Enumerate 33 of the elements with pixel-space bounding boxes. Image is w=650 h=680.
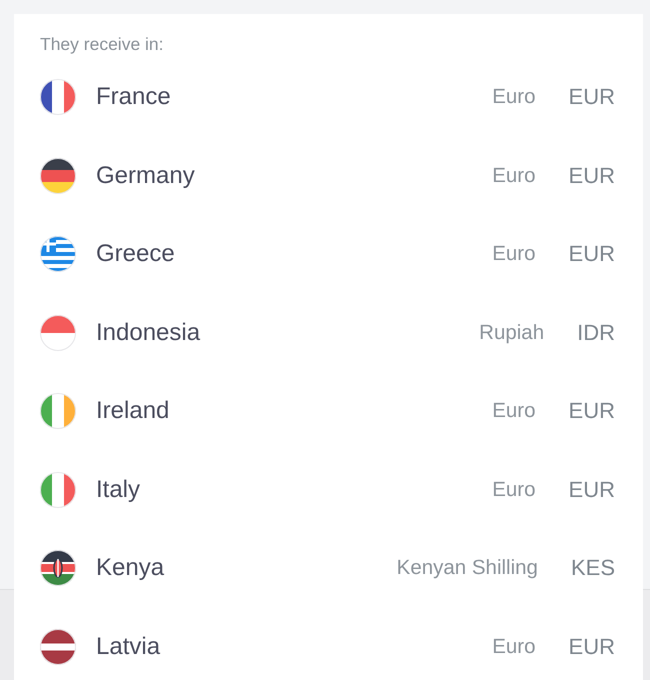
currency-code: EUR xyxy=(568,398,615,424)
greece-flag-icon xyxy=(40,236,76,272)
currency-name: Euro xyxy=(492,478,536,502)
country-name[interactable]: France xyxy=(96,83,171,112)
currency-code: EUR xyxy=(568,84,615,110)
country-name[interactable]: Ireland xyxy=(96,397,170,426)
currency-name: Euro xyxy=(492,634,536,659)
country-name[interactable]: Greece xyxy=(96,240,175,268)
indonesia-flag-icon xyxy=(40,314,76,351)
currency-code: KES xyxy=(570,555,615,582)
france-flag-icon xyxy=(40,79,76,116)
currency-name: Kenyan Shilling xyxy=(396,556,538,580)
currency-code: EUR xyxy=(568,634,615,660)
currency-name: Euro xyxy=(492,399,536,424)
currency-code: IDR xyxy=(577,320,615,346)
currency-name: Euro xyxy=(492,242,536,266)
currency-code: EUR xyxy=(568,162,615,189)
currency-name: Euro xyxy=(492,85,536,110)
currency-name: Rupiah xyxy=(479,320,544,345)
currency-code: EUR xyxy=(568,241,615,268)
country-name[interactable]: Kenya xyxy=(96,554,164,582)
country-name[interactable]: Italy xyxy=(96,476,140,504)
germany-flag-icon xyxy=(40,158,76,194)
currency-code: EUR xyxy=(568,476,615,503)
list-header: They receive in: xyxy=(40,33,164,55)
ireland-flag-icon xyxy=(40,393,76,430)
country-name[interactable]: Indonesia xyxy=(96,318,200,347)
country-name[interactable]: Latvia xyxy=(96,632,160,661)
country-name[interactable]: Germany xyxy=(96,162,195,190)
kenya-flag-icon xyxy=(40,550,76,586)
italy-flag-icon xyxy=(40,472,76,508)
currency-name: Euro xyxy=(492,164,536,188)
latvia-flag-icon xyxy=(40,628,76,665)
